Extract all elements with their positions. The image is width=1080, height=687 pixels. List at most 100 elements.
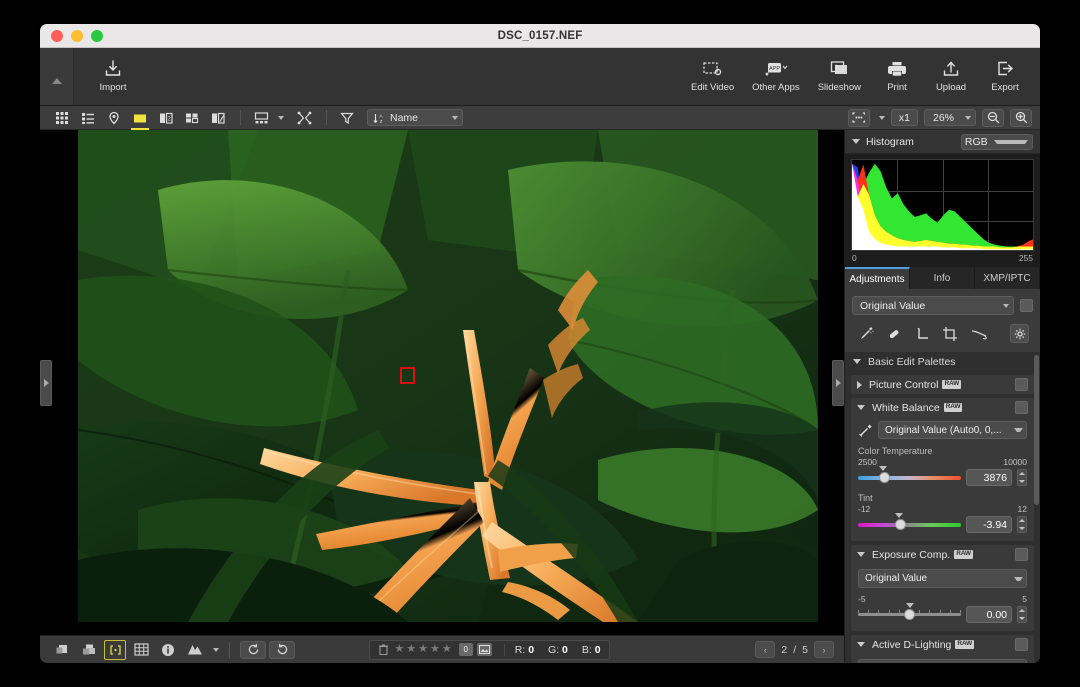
- preset-select[interactable]: Original Value: [852, 296, 1014, 315]
- fit-chevron-down-icon[interactable]: [878, 115, 885, 120]
- slideshow-icon: [830, 61, 847, 74]
- spot-healing-icon[interactable]: [886, 326, 902, 342]
- preset-checkbox[interactable]: [1020, 299, 1033, 312]
- tint-slider[interactable]: [858, 512, 961, 531]
- zoom-chevron-down-icon[interactable]: [965, 115, 971, 120]
- filmstrip-layout-button[interactable]: [249, 107, 273, 129]
- right-panel-collapse-handle[interactable]: [832, 359, 844, 406]
- filmstrip-chevron-down-icon[interactable]: [278, 115, 284, 120]
- panel-scrollbar[interactable]: [1034, 355, 1039, 660]
- histogram-channel-select[interactable]: RGB: [961, 133, 1033, 150]
- previous-image-button[interactable]: ‹: [755, 641, 776, 658]
- color-temperature-slider[interactable]: [858, 465, 961, 484]
- toolbar-collapse-strip[interactable]: [40, 48, 74, 105]
- tab-xmp-iptc[interactable]: XMP/IPTC: [975, 267, 1040, 289]
- picture-control-header[interactable]: Picture Control RAW: [851, 375, 1034, 394]
- panel-scrollbar-thumb[interactable]: [1034, 355, 1039, 505]
- histogram-collapse-icon[interactable]: [852, 139, 860, 144]
- four-image-compare-view-button[interactable]: [180, 107, 204, 129]
- star-4[interactable]: ★: [430, 644, 440, 655]
- preset-chevron-down-icon[interactable]: [1003, 303, 1009, 308]
- image-info-button[interactable]: [156, 640, 180, 660]
- exposure-comp-preset-chevron-icon[interactable]: [1014, 576, 1023, 581]
- show-multiple-images-button[interactable]: [77, 640, 101, 660]
- tint-value[interactable]: -3.94: [966, 516, 1012, 533]
- actual-size-button[interactable]: x1: [890, 109, 918, 126]
- white-balance-header[interactable]: White Balance RAW: [851, 398, 1034, 417]
- single-image-view-button[interactable]: [128, 107, 152, 130]
- star-3[interactable]: ★: [418, 644, 428, 655]
- fullscreen-toggle-button[interactable]: [292, 107, 316, 129]
- filter-button[interactable]: [335, 107, 359, 129]
- zoom-level-select[interactable]: 26%: [923, 109, 976, 126]
- next-image-button[interactable]: ›: [813, 641, 834, 658]
- eyedropper-icon[interactable]: [858, 423, 873, 438]
- exposure-comp-slider[interactable]: [858, 602, 961, 621]
- tab-info[interactable]: Info: [910, 267, 975, 289]
- exposure-comp-stepper[interactable]: [1017, 606, 1027, 623]
- before-after-view-button[interactable]: [206, 107, 230, 129]
- show-single-image-button[interactable]: [50, 640, 74, 660]
- rotate-left-button[interactable]: [240, 640, 266, 659]
- photo-preview[interactable]: [78, 130, 818, 622]
- star-2[interactable]: ★: [406, 644, 416, 655]
- other-apps-button[interactable]: APP Other Apps: [745, 56, 807, 97]
- right-panel: Histogram RGB 0 255 Adjustments Info XMP…: [844, 130, 1040, 663]
- exposure-comp-value[interactable]: 0.00: [966, 606, 1012, 623]
- label-value-box[interactable]: 0: [458, 643, 473, 656]
- active-dlighting-checkbox[interactable]: [1015, 638, 1028, 651]
- basic-edit-palettes-header[interactable]: Basic Edit Palettes: [845, 352, 1040, 371]
- tint-knob[interactable]: [895, 518, 907, 530]
- two-image-compare-view-button[interactable]: 2: [154, 107, 178, 129]
- tab-adjustments[interactable]: Adjustments: [845, 267, 910, 289]
- white-balance-checkbox[interactable]: [1015, 401, 1028, 414]
- active-dlighting-preset-select[interactable]: Original Value (Off): [858, 659, 1027, 663]
- b-label: B:: [581, 643, 592, 656]
- tint-max: 12: [1017, 504, 1027, 514]
- upload-button[interactable]: Upload: [926, 56, 976, 97]
- grid-overlay-button[interactable]: [129, 640, 153, 660]
- zoom-out-button[interactable]: [982, 108, 1004, 127]
- sort-select[interactable]: AZ Name: [367, 109, 463, 126]
- rotate-right-button[interactable]: [269, 640, 295, 659]
- import-button[interactable]: Import: [88, 56, 138, 97]
- crop-icon[interactable]: [942, 326, 958, 342]
- rating-stars[interactable]: ★ ★ ★ ★ ★: [394, 644, 451, 655]
- fit-to-window-button[interactable]: [847, 108, 870, 127]
- white-balance-preset-select[interactable]: Original Value (Auto0, 0,...: [878, 421, 1027, 439]
- settings-gear-button[interactable]: [1010, 324, 1029, 343]
- image-canvas[interactable]: [40, 130, 844, 635]
- perspective-icon[interactable]: [970, 326, 988, 342]
- tint-stepper[interactable]: [1017, 516, 1027, 533]
- histogram-overlay-button[interactable]: [183, 640, 207, 660]
- highlight-clipping-button[interactable]: [104, 639, 126, 660]
- left-panel-expand-handle[interactable]: [40, 359, 52, 406]
- color-temperature-knob[interactable]: [878, 471, 890, 483]
- slideshow-button[interactable]: Slideshow: [811, 56, 868, 97]
- edit-video-button[interactable]: Edit Video: [684, 56, 741, 97]
- straighten-icon[interactable]: [914, 326, 930, 342]
- retouch-brush-icon[interactable]: [858, 326, 874, 342]
- print-button[interactable]: Print: [872, 56, 922, 97]
- exposure-comp-checkbox[interactable]: [1015, 548, 1028, 561]
- list-view-button[interactable]: [76, 107, 100, 129]
- exposure-comp-header[interactable]: Exposure Comp. RAW: [851, 545, 1034, 564]
- palette-scroll-area[interactable]: Basic Edit Palettes Picture Control RAW: [845, 352, 1040, 663]
- color-temperature-stepper[interactable]: [1017, 469, 1027, 486]
- color-temperature-value[interactable]: 3876: [966, 469, 1012, 486]
- active-dlighting-header[interactable]: Active D-Lighting RAW: [851, 635, 1034, 654]
- histogram-chevron-icon[interactable]: [993, 139, 1028, 144]
- picture-control-checkbox[interactable]: [1015, 378, 1028, 391]
- sort-chevron-down-icon[interactable]: [452, 115, 458, 120]
- thumbnail-grid-view-button[interactable]: [50, 107, 74, 129]
- map-view-button[interactable]: [102, 107, 126, 129]
- star-1[interactable]: ★: [394, 644, 404, 655]
- exposure-comp-preset-select[interactable]: Original Value: [858, 569, 1027, 588]
- histogram-chevron-down-icon[interactable]: [213, 647, 219, 652]
- white-balance-preset-chevron-icon[interactable]: [1014, 428, 1023, 432]
- zoom-in-button[interactable]: [1010, 108, 1032, 127]
- export-button[interactable]: Export: [980, 56, 1030, 97]
- star-5[interactable]: ★: [442, 644, 452, 655]
- protect-toggle-button[interactable]: [476, 643, 492, 656]
- exposure-comp-knob[interactable]: [904, 608, 916, 620]
